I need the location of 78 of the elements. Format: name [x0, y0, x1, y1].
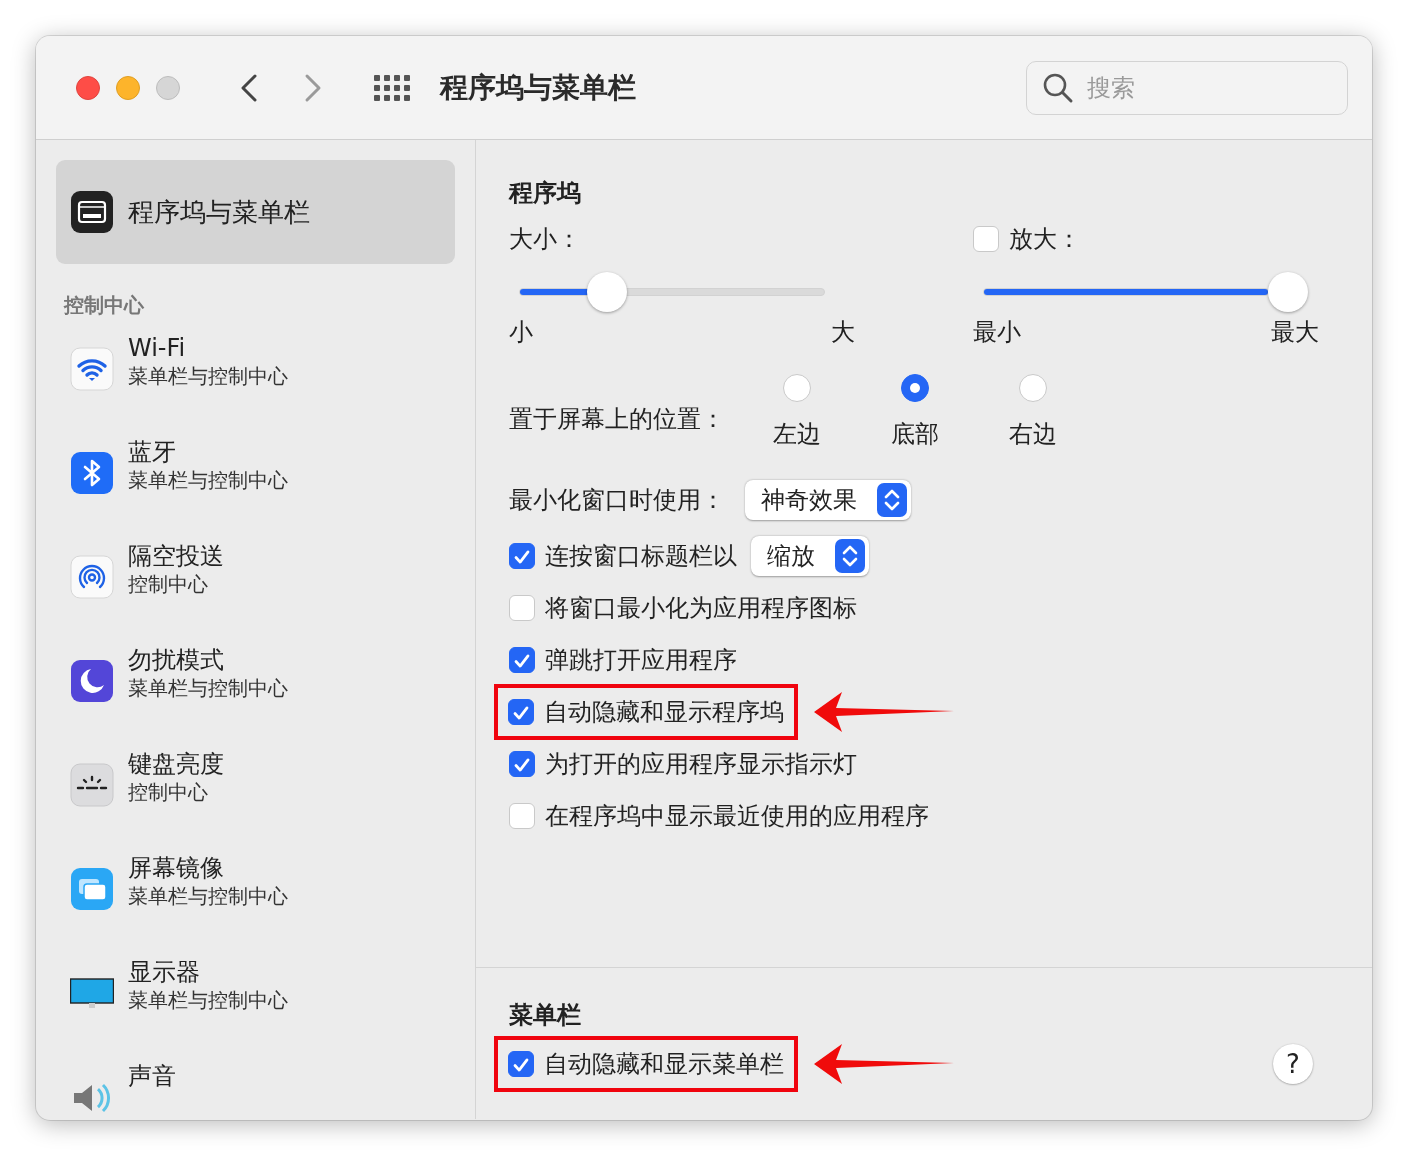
overlapping-windows-icon: [70, 867, 114, 911]
radio-button[interactable]: [901, 374, 929, 402]
sidebar-item[interactable]: 隔空投送 控制中心: [56, 541, 455, 645]
dock-window-icon: [70, 190, 114, 234]
section-heading: 程序坞: [509, 178, 582, 209]
slider-max-label: 大: [831, 317, 855, 348]
checkbox[interactable]: [509, 595, 535, 621]
double-click-popup[interactable]: 缩放: [751, 536, 869, 576]
checkbox[interactable]: [508, 1051, 534, 1077]
minimize-button[interactable]: [116, 75, 140, 100]
radio-button[interactable]: [1019, 374, 1047, 402]
minimize-effect-label: 最小化窗口时使用：: [509, 485, 725, 516]
minimize-effect-popup[interactable]: 神奇效果: [745, 480, 911, 520]
sidebar-item[interactable]: Wi-Fi 菜单栏与控制中心: [56, 333, 455, 437]
checkbox[interactable]: [509, 543, 535, 569]
option-label: 连按窗口标题栏以: [545, 541, 737, 572]
search-icon: [1042, 71, 1074, 104]
stepper-icon: [877, 483, 907, 517]
help-button[interactable]: ?: [1273, 1044, 1313, 1084]
wifi-icon: [70, 347, 114, 391]
slider-thumb[interactable]: [587, 272, 628, 312]
sidebar-item[interactable]: 屏幕镜像 菜单栏与控制中心: [56, 853, 455, 957]
item-title: 勿扰模式: [128, 645, 225, 675]
slider-max-label: 最大: [1271, 317, 1319, 348]
item-subtitle: 菜单栏与控制中心: [128, 883, 288, 909]
item-title: 蓝牙: [128, 437, 177, 467]
sidebar-item[interactable]: 声音: [56, 1061, 455, 1119]
option-label: 将窗口最小化为应用程序图标: [545, 593, 857, 624]
item-title: 屏幕镜像: [128, 853, 225, 883]
slider-thumb[interactable]: [1268, 272, 1308, 312]
keyboard-brightness-icon: [70, 763, 114, 807]
forward-icon[interactable]: [304, 72, 322, 103]
position-label: 置于屏幕上的位置：: [509, 404, 725, 435]
checkbox[interactable]: [509, 647, 535, 673]
item-subtitle: 控制中心: [128, 779, 209, 805]
sidebar-item[interactable]: 程序坞与菜单栏: [56, 160, 455, 264]
option-label: 自动隐藏和显示菜单栏: [544, 1049, 784, 1080]
magnification-label: 放大：: [1009, 224, 1081, 255]
concentric-rings-icon: [70, 555, 114, 599]
back-icon[interactable]: [240, 72, 258, 103]
item-title: 声音: [128, 1061, 176, 1091]
item-title: Wi-Fi: [128, 333, 187, 363]
radio-label: 底部: [891, 419, 939, 450]
search-field[interactable]: 搜索: [1026, 60, 1348, 115]
slider-min-label: 最小: [973, 317, 1021, 348]
item-subtitle: 控制中心: [128, 571, 209, 597]
option-label: 自动隐藏和显示程序坞: [544, 697, 784, 728]
checkbox[interactable]: [508, 699, 534, 725]
moon-icon: [70, 659, 114, 703]
option-label: 弹跳打开应用程序: [545, 645, 737, 676]
window-title: 程序坞与菜单栏: [440, 69, 636, 106]
checkbox[interactable]: [509, 751, 535, 777]
stepper-icon: [835, 539, 865, 573]
item-subtitle: 菜单栏与控制中心: [128, 987, 288, 1013]
checkbox[interactable]: [973, 226, 999, 252]
radio-label: 左边: [773, 419, 821, 450]
section-heading: 菜单栏: [509, 1000, 582, 1031]
item-title: 键盘亮度: [128, 749, 224, 779]
slider-min-label: 小: [509, 317, 533, 348]
sidebar-item[interactable]: 勿扰模式 菜单栏与控制中心: [56, 645, 455, 749]
close-button[interactable]: [76, 75, 100, 100]
radio-button[interactable]: [783, 374, 811, 402]
sidebar-item[interactable]: 蓝牙 菜单栏与控制中心: [56, 437, 455, 541]
option-label: 在程序坞中显示最近使用的应用程序: [545, 801, 929, 832]
item-title: 隔空投送: [128, 541, 224, 571]
sidebar-item[interactable]: 显示器 菜单栏与控制中心: [56, 957, 455, 1061]
option-label: 为打开的应用程序显示指示灯: [545, 749, 857, 780]
item-subtitle: 菜单栏与控制中心: [128, 467, 288, 493]
size-label: 大小：: [509, 224, 582, 255]
item-title: 显示器: [128, 957, 201, 987]
section-heading: 控制中心: [64, 292, 145, 319]
checkbox[interactable]: [509, 803, 535, 829]
grid-icon[interactable]: [374, 74, 410, 101]
sidebar-item[interactable]: 键盘亮度 控制中心: [56, 749, 455, 853]
bluetooth-icon: [70, 451, 114, 495]
radio-label: 右边: [1009, 419, 1057, 450]
item-subtitle: 菜单栏与控制中心: [128, 363, 288, 389]
item-subtitle: 菜单栏与控制中心: [128, 675, 288, 701]
